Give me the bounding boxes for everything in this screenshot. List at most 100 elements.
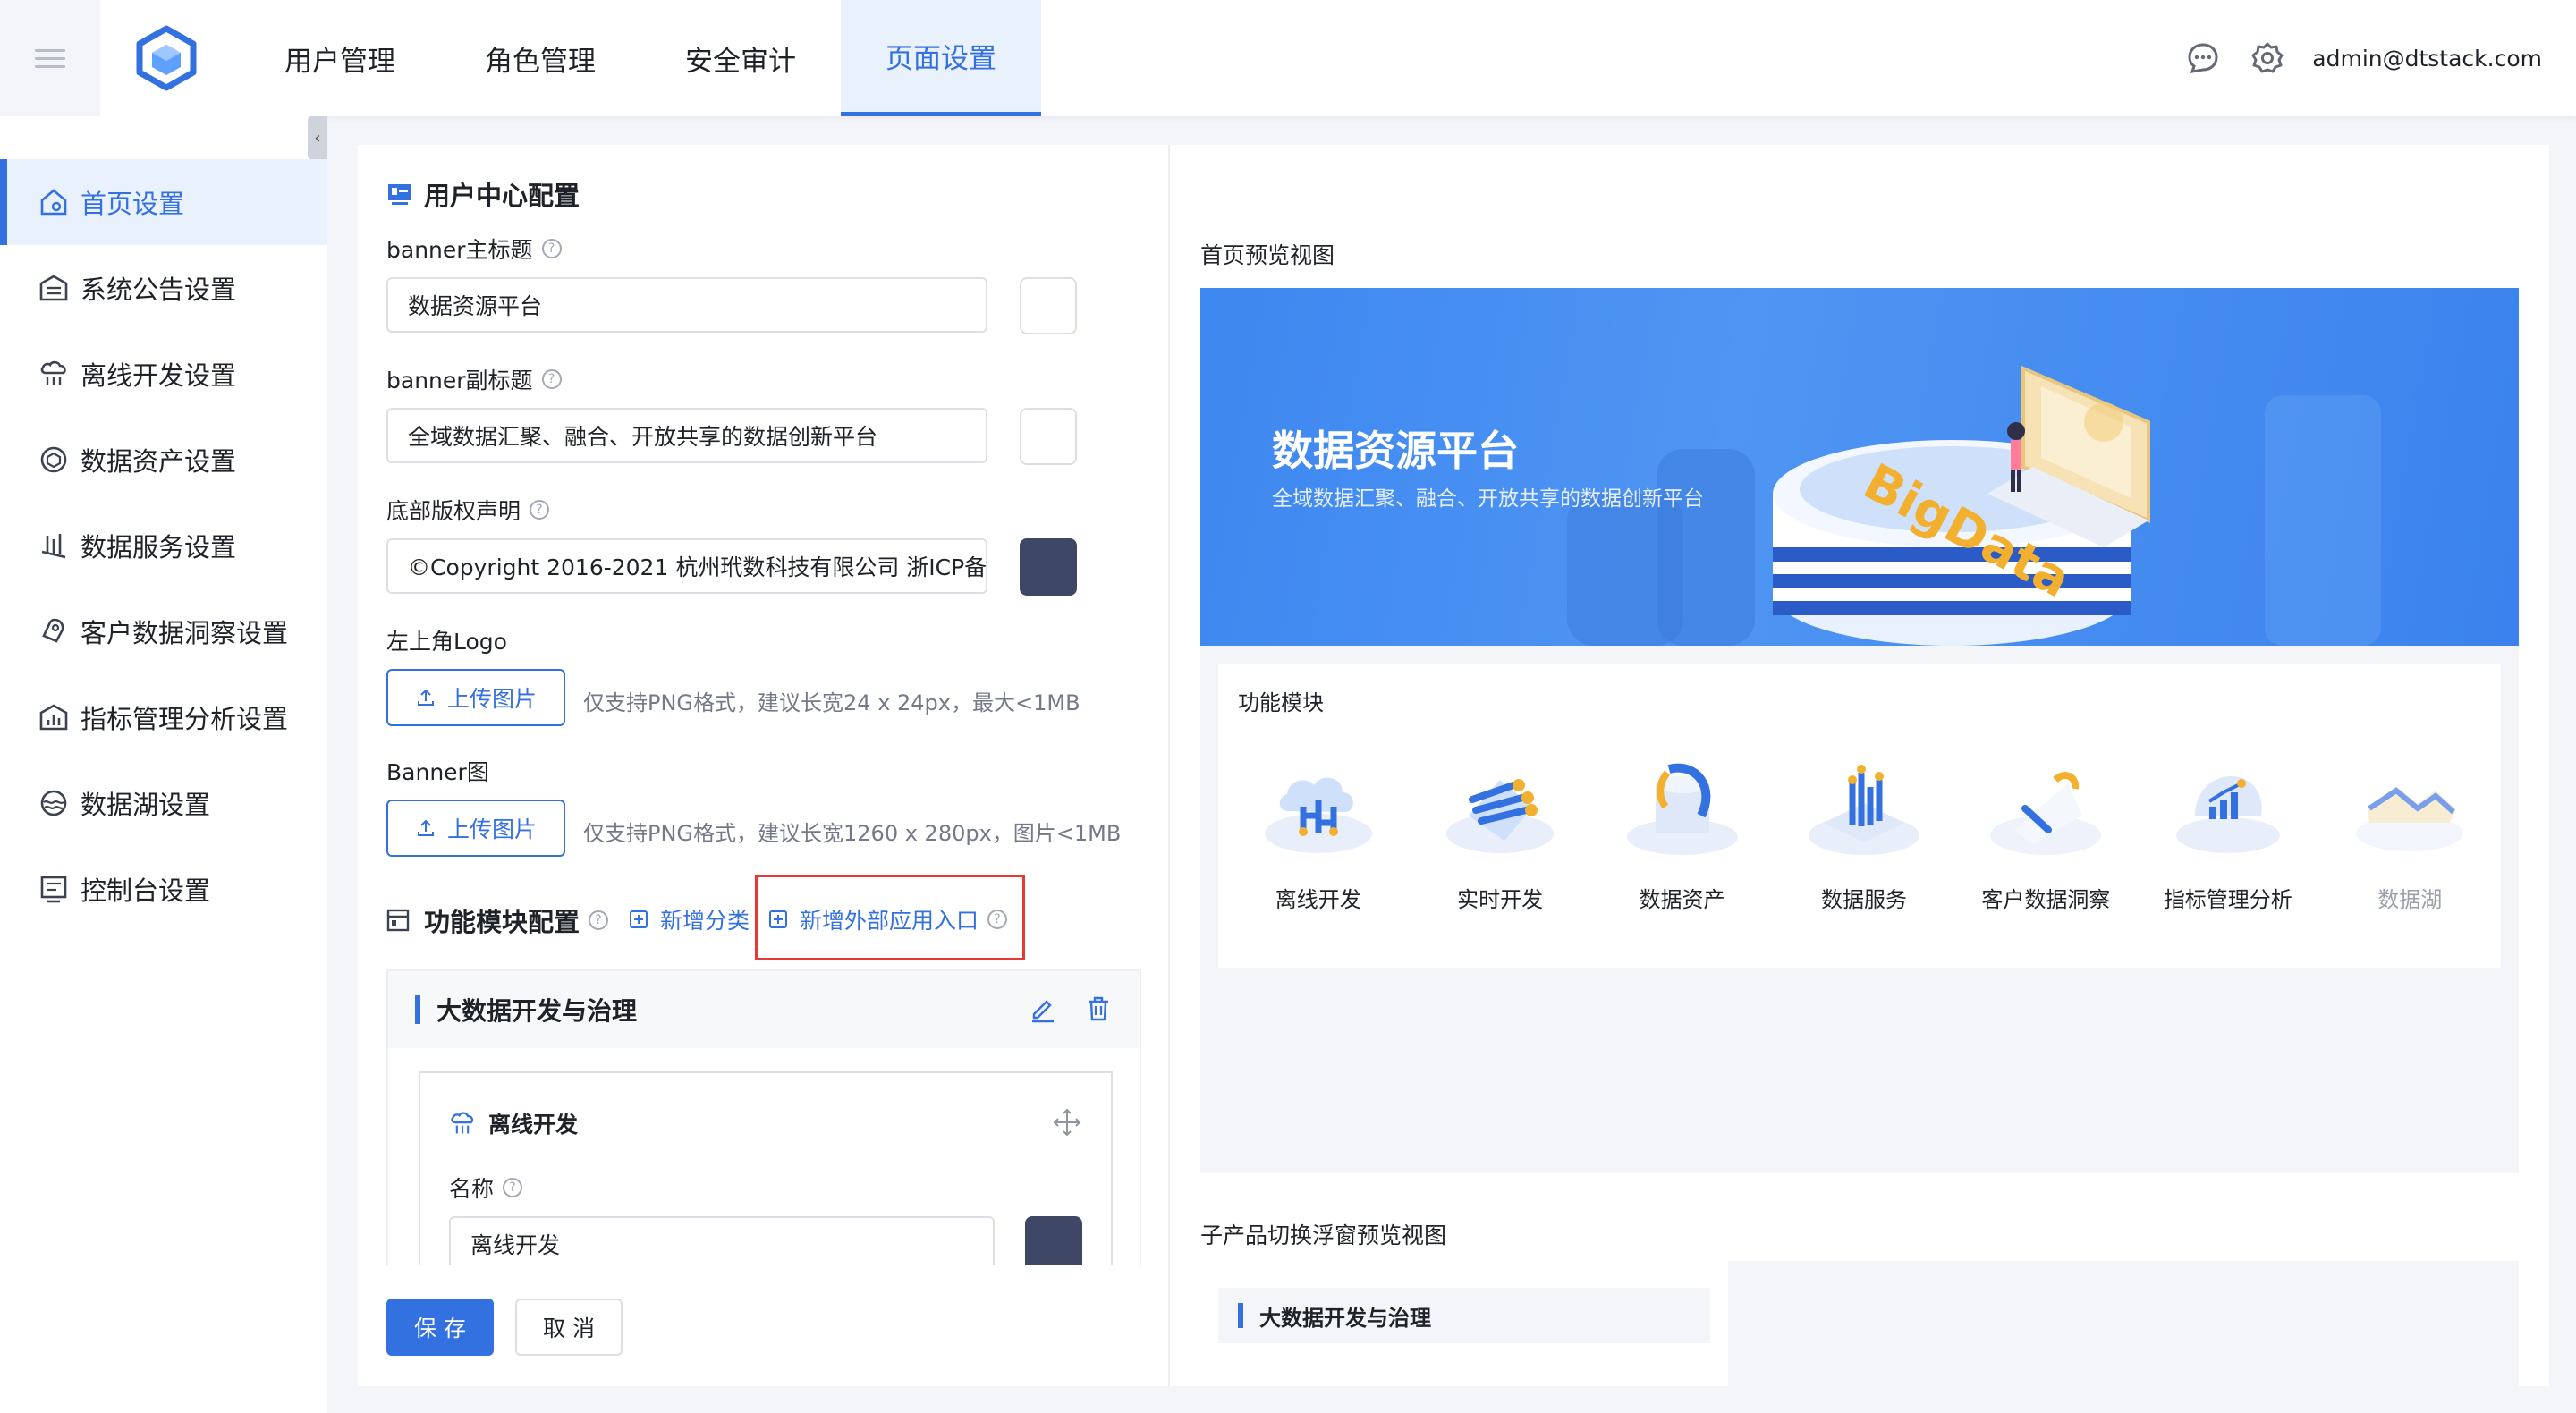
sub-preview-item[interactable]: 大数据开发与治理 — [1218, 1288, 1710, 1343]
cancel-button[interactable]: 取 消 — [515, 1299, 623, 1356]
user-email[interactable]: admin@dtstack.com — [2312, 46, 2542, 72]
hamburger-menu-icon[interactable] — [0, 0, 100, 116]
module-config-icon — [386, 909, 410, 932]
top-bar: 用户管理 角色管理 安全审计 页面设置 admin@dtstack.com — [0, 0, 2576, 116]
banner-preview-title: 数据资源平台 — [1272, 427, 1519, 475]
modules-preview-title: 功能模块 — [1238, 690, 1324, 715]
module-realtime-dev[interactable]: 实时开发 — [1409, 744, 1590, 913]
sidebar-item-label: 数据湖设置 — [80, 790, 211, 820]
module-name-color-picker[interactable] — [1025, 1216, 1082, 1265]
banner-subtitle-color-picker[interactable] — [1020, 408, 1077, 465]
sidebar-item-label: 离线开发设置 — [80, 360, 237, 391]
main-content: 用户中心配置 banner主标题? 数据资源平台 banner副标题? 全域数据… — [358, 145, 2549, 1386]
section-title: 用户中心配置 — [424, 181, 580, 211]
preview-panel: 首页预览视图 BigData 数据资源平台 全域数据汇聚、融合、开放共享的数据创… — [1170, 145, 2549, 1386]
help-icon[interactable]: ? — [503, 1178, 523, 1197]
save-button[interactable]: 保 存 — [386, 1299, 494, 1356]
drag-handle-icon[interactable] — [1052, 1107, 1082, 1138]
module-metrics[interactable]: 指标管理分析 — [2137, 744, 2318, 913]
banner-upload-button[interactable]: 上传图片 — [386, 800, 565, 857]
help-icon[interactable]: ? — [530, 500, 550, 520]
module-offline-dev[interactable]: 离线开发 — [1227, 744, 1409, 913]
label-text: banner副标题 — [386, 368, 533, 393]
module-label: 客户数据洞察 — [1981, 887, 2111, 912]
tab-user-management[interactable]: 用户管理 — [240, 0, 440, 116]
config-form: 用户中心配置 banner主标题? 数据资源平台 banner副标题? 全域数据… — [358, 145, 1170, 1386]
sub-preview-title: 子产品切换浮窗预览视图 — [1200, 1223, 1447, 1248]
module-data-asset[interactable]: 数据资产 — [1591, 744, 1773, 913]
name-label: 名称? — [449, 1172, 523, 1204]
sub-preview-area: 大数据开发与治理 — [1200, 1261, 2519, 1386]
sub-preview-item-label: 大数据开发与治理 — [1259, 1305, 1431, 1331]
monitor-icon — [388, 184, 411, 205]
module-data-service[interactable]: 数据服务 — [1773, 744, 1954, 913]
section-title: 功能模块配置 — [424, 907, 580, 937]
data-lake-icon — [36, 785, 72, 821]
banner-image-label: Banner图 — [386, 759, 489, 785]
banner-subtitle-label: banner副标题? — [386, 363, 562, 395]
sidebar-item-label: 客户数据洞察设置 — [80, 618, 289, 648]
sidebar-item-console[interactable]: 控制台设置 — [0, 846, 327, 932]
help-icon[interactable]: ? — [541, 239, 562, 258]
module-customer-insight[interactable]: 客户数据洞察 — [1955, 744, 2137, 913]
sidebar-item-metrics[interactable]: 指标管理分析设置 — [0, 674, 327, 760]
banner-title-input[interactable]: 数据资源平台 — [386, 277, 987, 333]
app-logo[interactable] — [134, 25, 199, 91]
customer-insight-illustration-icon — [1990, 772, 2102, 855]
help-icon[interactable]: ? — [589, 910, 609, 930]
category-title: 大数据开发与治理 — [436, 996, 638, 1026]
modules-list: 离线开发 实时开发 数据资产 数据服务 客户数据洞察 指标管理分析 数据湖 — [1218, 744, 2501, 913]
tab-security-audit[interactable]: 安全审计 — [640, 0, 841, 116]
accent-bar — [415, 995, 420, 1024]
sidebar-item-data-asset[interactable]: 数据资产设置 — [0, 417, 327, 503]
banner-hint: 仅支持PNG格式，建议长宽1260 x 280px，图片<1MB — [583, 821, 1122, 846]
sidebar-collapse-button[interactable]: ‹ — [308, 116, 327, 159]
sidebar-item-label: 数据服务设置 — [80, 532, 237, 563]
delete-icon[interactable] — [1084, 994, 1113, 1023]
accent-bar — [1238, 1303, 1243, 1328]
edit-icon[interactable] — [1029, 994, 1057, 1023]
section-module-config: 功能模块配置 ? — [386, 901, 609, 939]
home-preview-title: 首页预览视图 — [1200, 242, 1335, 268]
gear-icon[interactable] — [2248, 38, 2287, 78]
metrics-illustration-icon — [2175, 776, 2280, 853]
sidebar-item-announcement[interactable]: 系统公告设置 — [0, 245, 327, 331]
upload-label: 上传图片 — [446, 686, 537, 712]
module-label: 指标管理分析 — [2163, 887, 2292, 912]
module-item-title: 离线开发 — [488, 1112, 579, 1138]
banner-title-color-picker[interactable] — [1020, 277, 1077, 334]
module-data-lake[interactable]: 数据湖 — [2319, 744, 2501, 913]
banner-subtitle-input[interactable]: 全域数据汇聚、融合、开放共享的数据创新平台 — [386, 408, 987, 463]
label-text: banner主标题 — [386, 237, 533, 263]
help-icon[interactable]: ? — [541, 369, 562, 389]
data-asset-icon — [36, 442, 72, 478]
module-name-input[interactable]: 离线开发 — [449, 1216, 995, 1265]
module-label: 数据湖 — [2377, 887, 2443, 912]
banner-title-label: banner主标题? — [386, 233, 562, 265]
logo-hint: 仅支持PNG格式，建议长宽24 x 24px，最大<1MB — [583, 690, 1080, 715]
modules-preview-area: 功能模块 离线开发 实时开发 数据资产 数据服务 客户数据洞察 指标管理分析 数… — [1200, 646, 2519, 1173]
realtime-dev-illustration-icon — [1446, 779, 1555, 853]
console-icon — [36, 871, 72, 907]
sidebar-item-label: 首页设置 — [80, 189, 185, 219]
sidebar-item-data-service[interactable]: 数据服务设置 — [0, 503, 327, 588]
offline-dev-icon — [36, 356, 72, 392]
main-nav: 用户管理 角色管理 安全审计 页面设置 — [240, 0, 1041, 116]
copyright-color-picker[interactable] — [1020, 538, 1077, 596]
logo-upload-button[interactable]: 上传图片 — [386, 669, 565, 726]
sidebar-item-home-settings[interactable]: 首页设置 — [0, 159, 327, 245]
data-asset-illustration-icon — [1626, 763, 1738, 855]
sidebar-item-customer-insight[interactable]: 客户数据洞察设置 — [0, 588, 327, 674]
chat-icon[interactable] — [2183, 38, 2223, 78]
sidebar-item-data-lake[interactable]: 数据湖设置 — [0, 760, 327, 846]
tab-page-settings[interactable]: 页面设置 — [841, 0, 1041, 116]
tab-role-management[interactable]: 角色管理 — [440, 0, 640, 116]
banner-preview-subtitle: 全域数据汇聚、融合、开放共享的数据创新平台 — [1272, 487, 1704, 511]
label-text: 底部版权声明 — [386, 498, 521, 524]
sidebar-item-offline-dev[interactable]: 离线开发设置 — [0, 331, 327, 417]
sidebar-item-label: 数据资产设置 — [80, 446, 237, 477]
upload-icon — [417, 689, 434, 706]
module-label: 数据服务 — [1820, 887, 1907, 912]
add-category-link[interactable]: 新增分类 — [630, 903, 750, 935]
copyright-input[interactable]: ©Copyright 2016-2021 杭州玳数科技有限公司 浙ICP备1 — [386, 538, 987, 594]
